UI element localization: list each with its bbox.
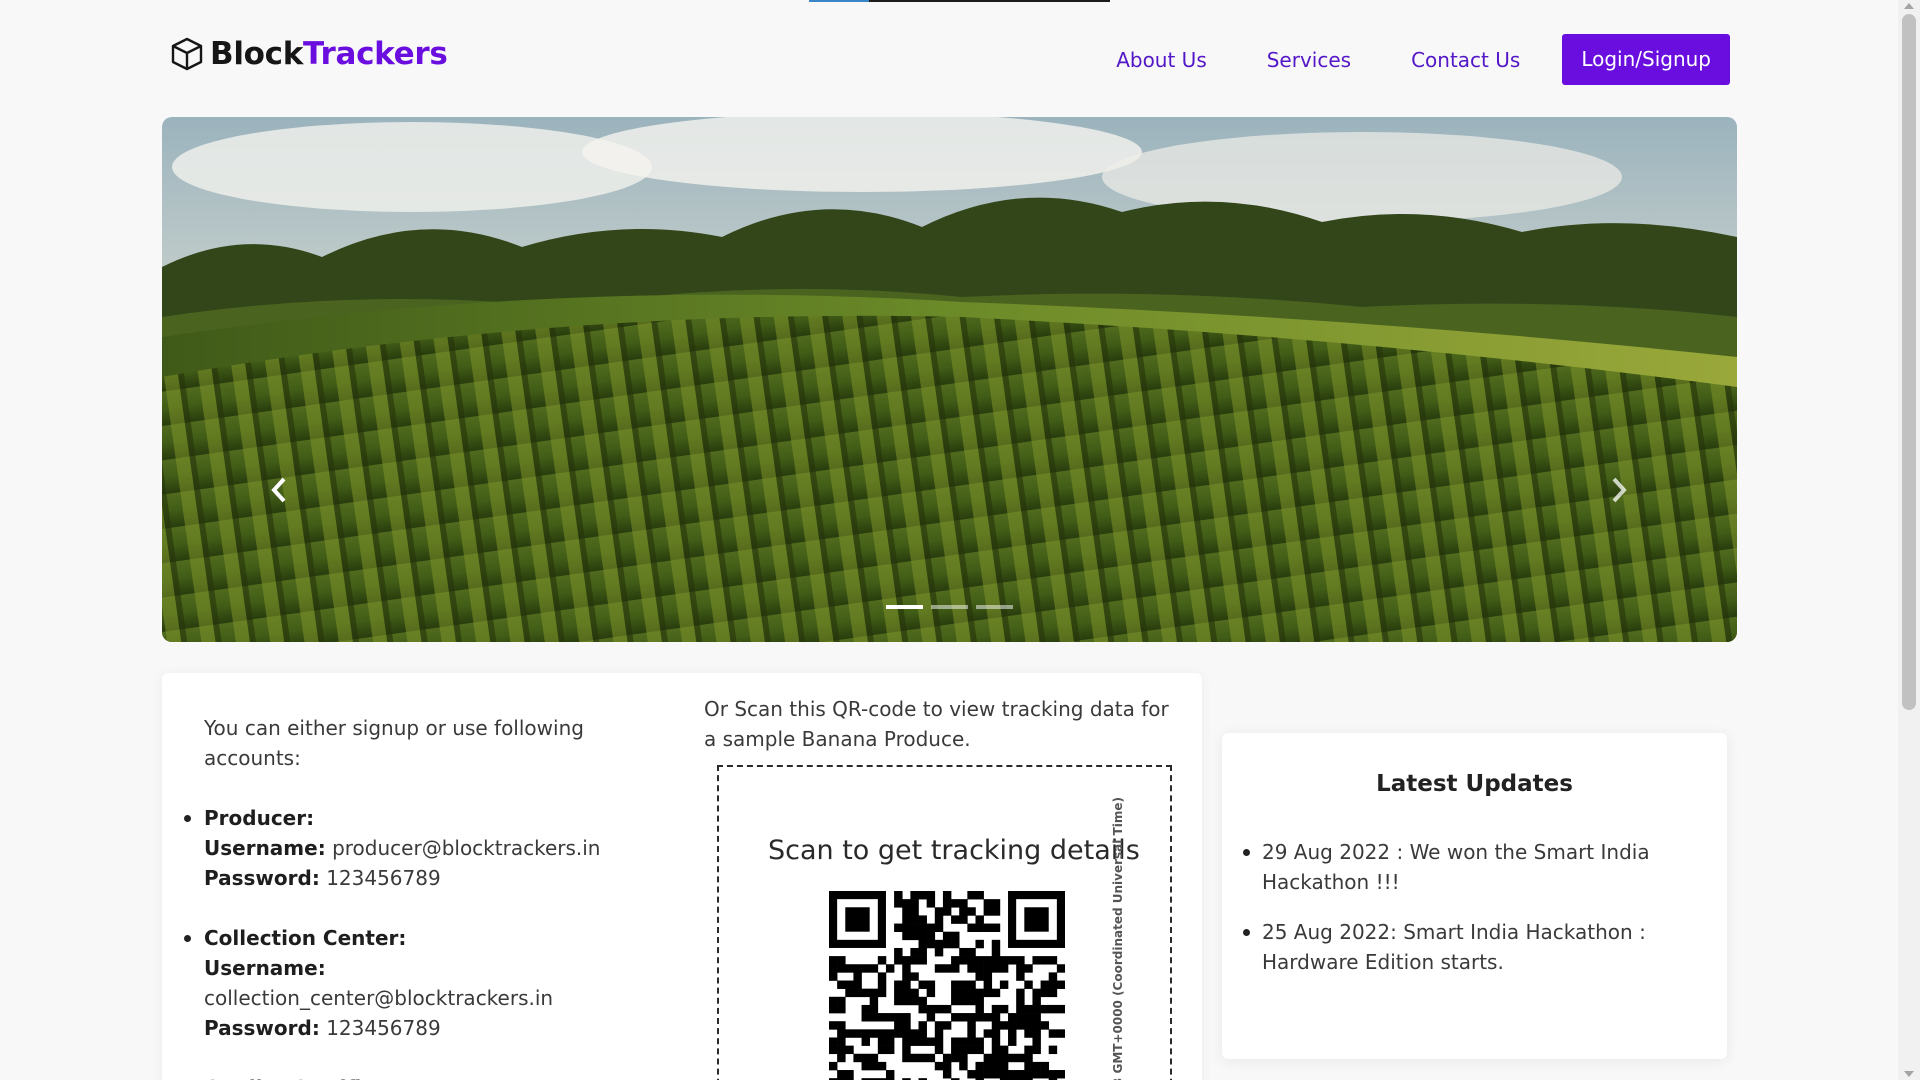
nav-services[interactable]: Services bbox=[1267, 48, 1351, 72]
account-producer: Producer: Username: producer@blocktracke… bbox=[184, 803, 674, 893]
username-label: Username: bbox=[204, 836, 326, 860]
account-role: Collection Center: bbox=[204, 926, 407, 950]
qr-code-card: Scan to get tracking details 3 GMT+0000 … bbox=[717, 765, 1172, 1080]
scroll-down-icon[interactable] bbox=[1904, 1071, 1914, 1077]
scroll-up-icon[interactable] bbox=[1904, 3, 1914, 9]
main-nav: About Us Services Contact Us Login/Signu… bbox=[1056, 34, 1730, 85]
username-value: producer@blocktrackers.in bbox=[332, 836, 601, 860]
update-item: 25 Aug 2022: Smart India Hackathon : Har… bbox=[1243, 917, 1692, 977]
qr-timestamp-text: 3 GMT+0000 (Coordinated Universal Time) bbox=[1111, 797, 1125, 1080]
account-role: Producer: bbox=[204, 806, 315, 830]
account-quality-certifier: Quality Certifier: bbox=[204, 1073, 674, 1080]
update-item: 29 Aug 2022 : We won the Smart India Hac… bbox=[1243, 837, 1692, 897]
page-load-progress bbox=[809, 0, 1110, 2]
qr-title: Scan to get tracking details bbox=[768, 835, 1140, 866]
hero-carousel bbox=[162, 117, 1737, 642]
page-scrollbar[interactable] bbox=[1898, 0, 1920, 1080]
qr-intro: Or Scan this QR-code to view tracking da… bbox=[704, 697, 1169, 751]
login-signup-button[interactable]: Login/Signup bbox=[1562, 34, 1730, 85]
accounts-intro: You can either signup or use following a… bbox=[204, 716, 584, 770]
carousel-indicators bbox=[886, 605, 1021, 609]
accounts-list: Producer: Username: producer@blocktracke… bbox=[184, 803, 674, 1080]
chevron-right-icon bbox=[1609, 476, 1629, 508]
demo-accounts-section: You can either signup or use following a… bbox=[184, 713, 674, 1080]
nav-contact-us[interactable]: Contact Us bbox=[1411, 48, 1520, 72]
carousel-next-button[interactable] bbox=[1599, 472, 1639, 512]
updates-title: Latest Updates bbox=[1376, 771, 1573, 797]
chevron-left-icon bbox=[269, 476, 289, 508]
brand-logo[interactable]: BlockTrackers bbox=[170, 36, 448, 72]
scrollbar-thumb[interactable] bbox=[1902, 14, 1916, 710]
qr-timestamp: 3 GMT+0000 (Coordinated Universal Time) bbox=[1111, 797, 1131, 1080]
account-role: Quality Certifier: bbox=[204, 1076, 393, 1080]
password-label: Password: bbox=[204, 866, 320, 890]
latest-updates-card: Latest Updates 29 Aug 2022 : We won the … bbox=[1222, 733, 1727, 1059]
cube-icon bbox=[170, 37, 204, 71]
carousel-indicator-2[interactable] bbox=[931, 605, 968, 609]
vineyard-image bbox=[162, 117, 1737, 642]
username-label: Username: bbox=[204, 956, 326, 980]
username-value: collection_center@blocktrackers.in bbox=[204, 986, 554, 1010]
updates-list: 29 Aug 2022 : We won the Smart India Hac… bbox=[1243, 837, 1692, 997]
qr-code-image[interactable] bbox=[829, 891, 1065, 1080]
demo-accounts-card: You can either signup or use following a… bbox=[162, 673, 1202, 1080]
nav-about-us[interactable]: About Us bbox=[1116, 48, 1207, 72]
password-value: 123456789 bbox=[326, 866, 441, 890]
brand-name-part1: Block bbox=[210, 36, 304, 72]
brand-name-part2: Trackers bbox=[303, 36, 448, 72]
carousel-indicator-1[interactable] bbox=[886, 605, 923, 609]
password-value: 123456789 bbox=[326, 1016, 441, 1040]
site-header: BlockTrackers About Us Services Contact … bbox=[162, 30, 1738, 92]
carousel-prev-button[interactable] bbox=[259, 472, 299, 512]
brand-name: BlockTrackers bbox=[210, 36, 448, 72]
password-label: Password: bbox=[204, 1016, 320, 1040]
account-collection-center: Collection Center: Username: collection_… bbox=[184, 923, 674, 1043]
carousel-indicator-3[interactable] bbox=[976, 605, 1013, 609]
